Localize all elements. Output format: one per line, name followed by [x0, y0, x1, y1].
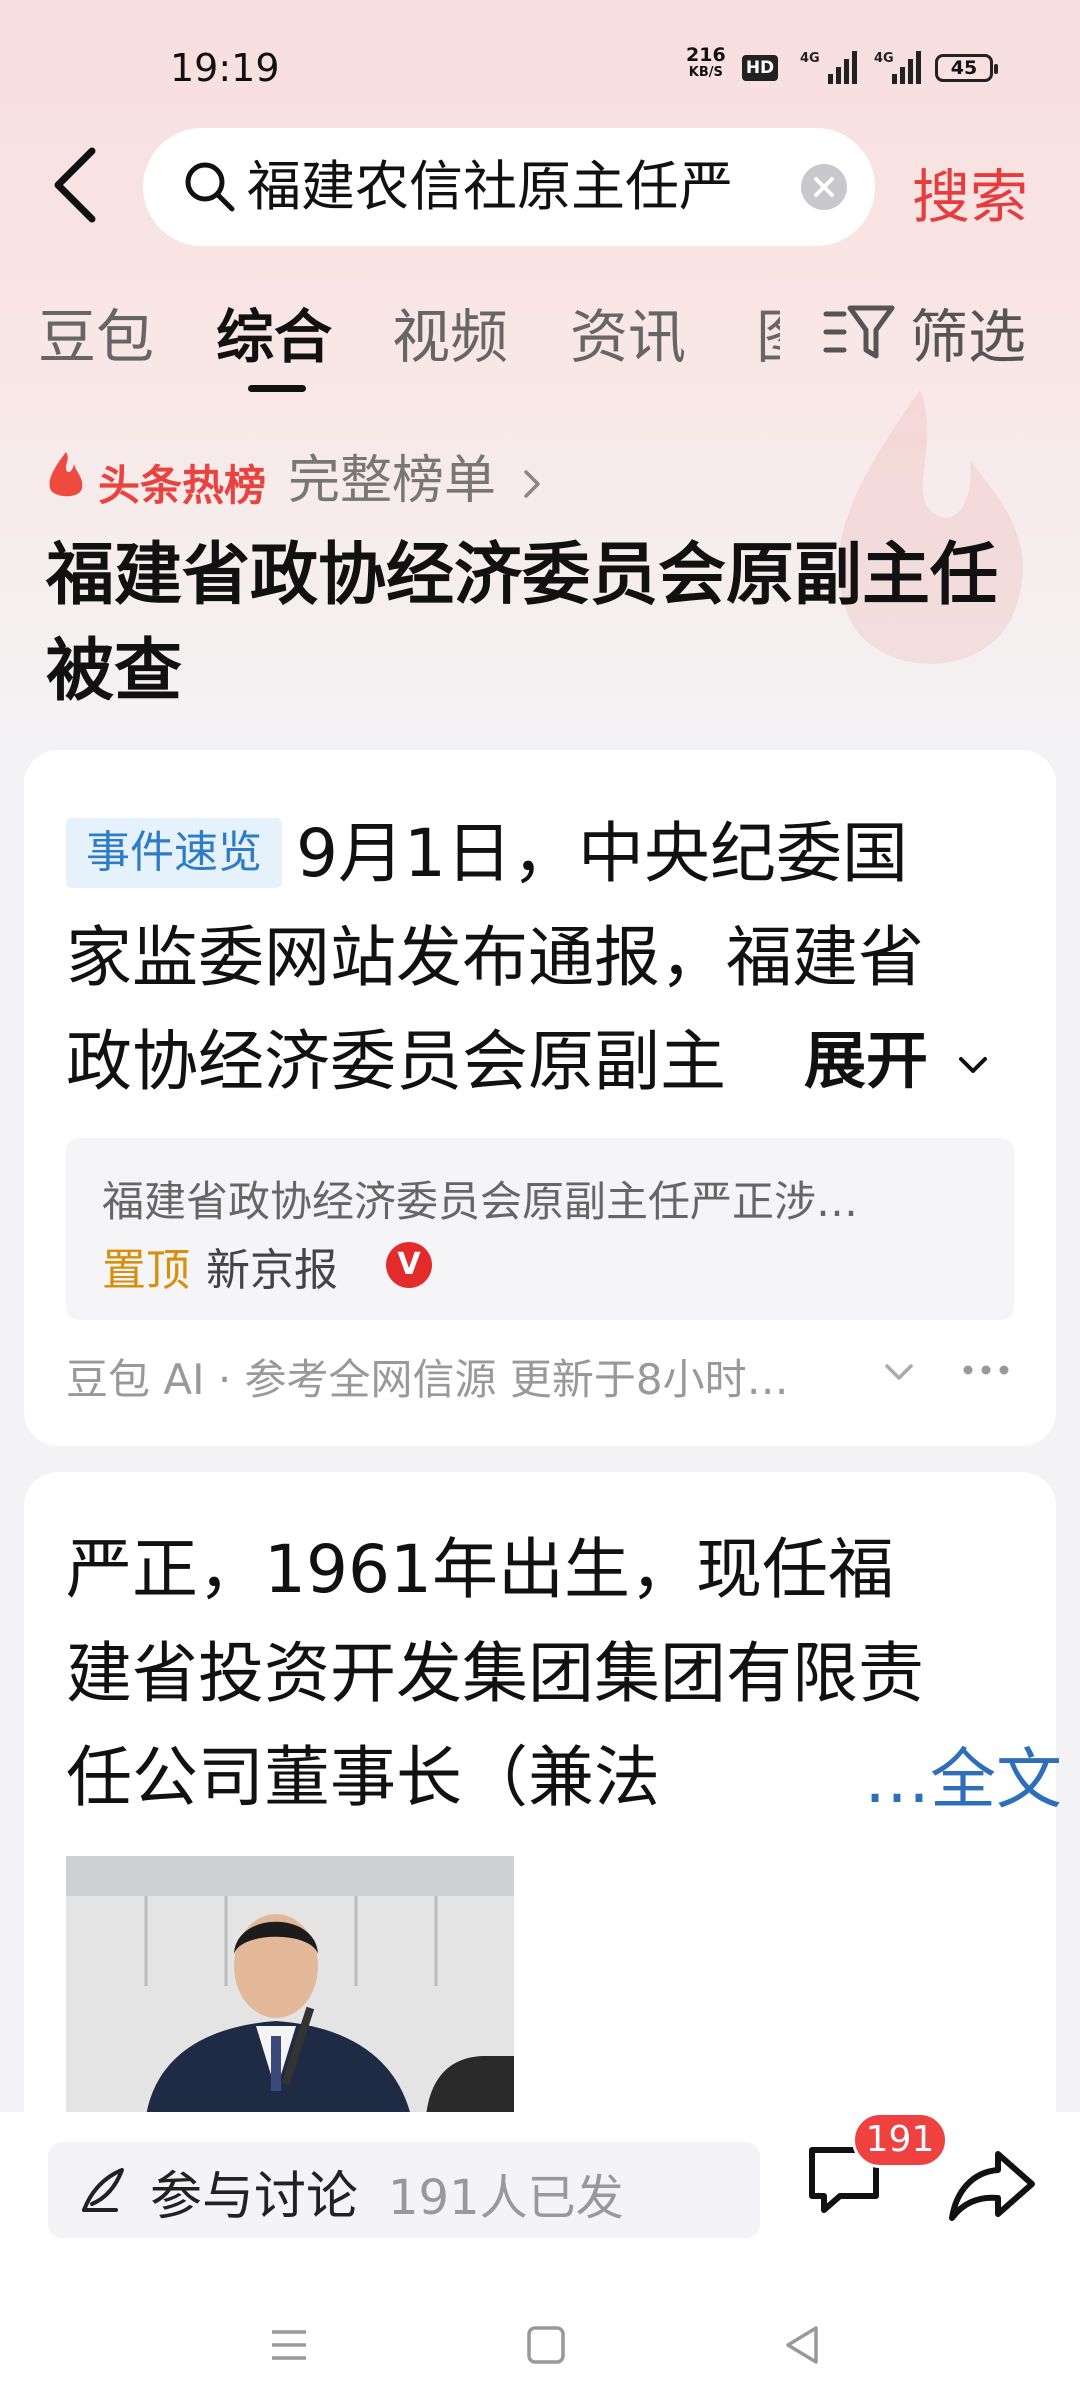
search-button[interactable]: 搜索 — [912, 150, 1028, 234]
full-list-link[interactable]: 完整榜单 — [288, 438, 543, 513]
hot-topic-title[interactable]: 福建省政协经济委员会原副主任被查 — [46, 528, 1046, 720]
discussion-input[interactable]: 参与讨论 191人已发 — [48, 2142, 760, 2238]
chevron-right-icon — [523, 470, 540, 498]
ai-source-meta: 豆包 AI · 参考全网信源 更新于8小时… — [66, 1355, 789, 1404]
search-input[interactable]: 福建农信社原主任严 — [143, 128, 875, 246]
verified-badge: V — [386, 1242, 432, 1288]
summary-line-1: 9月1日，中央纪委国 — [296, 815, 908, 892]
filter-icon[interactable] — [822, 300, 896, 364]
news-photo[interactable] — [66, 1856, 514, 2116]
back-arrow-icon[interactable] — [48, 145, 108, 225]
search-icon — [185, 162, 235, 212]
expand-button[interactable]: 展开 — [764, 1010, 990, 1100]
tab-doubao[interactable]: 豆包 — [38, 290, 154, 374]
article-line-3: 任公司董事长（兼法 — [66, 1739, 660, 1816]
search-query[interactable]: 福建农信社原主任严 — [247, 154, 767, 220]
back-triangle-icon[interactable] — [780, 2322, 826, 2368]
network-speed-value: 216 — [686, 44, 726, 66]
fire-icon — [49, 452, 83, 497]
full-text-link[interactable]: …全文 — [864, 1726, 1062, 1822]
hot-list-label: 头条热榜 — [98, 461, 267, 510]
network-speed: 216 KB/S — [686, 44, 726, 81]
signal-icon: 4G — [874, 51, 921, 84]
clear-icon[interactable] — [801, 164, 847, 210]
pen-icon — [82, 2168, 124, 2212]
source-snippet: 福建省政协经济委员会原副主任严正涉… — [102, 1177, 859, 1226]
article-line-1: 严正，1961年出生，现任福 — [66, 1531, 894, 1608]
signal-1-label: 4G — [800, 51, 820, 66]
source-name: 新京报 — [206, 1245, 338, 1296]
chevron-down-icon[interactable] — [882, 1360, 916, 1384]
network-speed-unit: KB/S — [688, 65, 723, 80]
share-icon[interactable] — [948, 2148, 1036, 2222]
news-photo-image — [66, 1856, 514, 2116]
menu-icon[interactable] — [266, 2322, 312, 2368]
tab-comprehensive[interactable]: 综合 — [216, 290, 332, 374]
chevron-down-icon — [958, 1056, 987, 1073]
pinned-label: 置顶 — [102, 1245, 190, 1296]
active-tab-indicator — [248, 385, 306, 392]
tab-image-partial[interactable]: 图 — [756, 290, 780, 370]
discussion-count: 191人已发 — [388, 2170, 624, 2226]
tab-bar: 豆包 综合 视频 资讯 图 筛选 — [0, 290, 1080, 392]
more-icon[interactable] — [960, 1358, 1012, 1382]
event-badge: 事件速览 — [66, 818, 282, 888]
signal-2-label: 4G — [874, 51, 894, 66]
article-line-2: 建省投资开发集团集团有限责 — [66, 1635, 924, 1712]
summary-line-2: 家监委网站发布通报，福建省 — [66, 919, 924, 996]
home-icon[interactable] — [523, 2322, 569, 2368]
discussion-label: 参与讨论 — [150, 2167, 359, 2227]
tab-video[interactable]: 视频 — [392, 290, 508, 374]
tab-news[interactable]: 资讯 — [570, 290, 686, 374]
filter-button[interactable]: 筛选 — [910, 290, 1026, 374]
system-nav-bar — [0, 2312, 1080, 2400]
comment-count-badge: 191 — [852, 2112, 948, 2168]
expand-label: 展开 — [804, 1024, 929, 1097]
battery-indicator: 45 — [935, 54, 998, 82]
bottom-action-bar: 参与讨论 191人已发 191 — [0, 2112, 1080, 2312]
summary-line-3: 政协经济委员会原副主 — [66, 1023, 726, 1100]
full-list-label: 完整榜单 — [288, 451, 497, 511]
signal-icon: 4G — [800, 51, 857, 84]
hd-badge: HD — [742, 55, 778, 81]
status-time: 19:19 — [170, 46, 280, 90]
status-bar: 19:19 216 KB/S HD 4G 4G 45 — [0, 0, 1080, 130]
source-reference[interactable]: 福建省政协经济委员会原副主任严正涉… 置顶 新京报 V — [66, 1138, 1014, 1320]
